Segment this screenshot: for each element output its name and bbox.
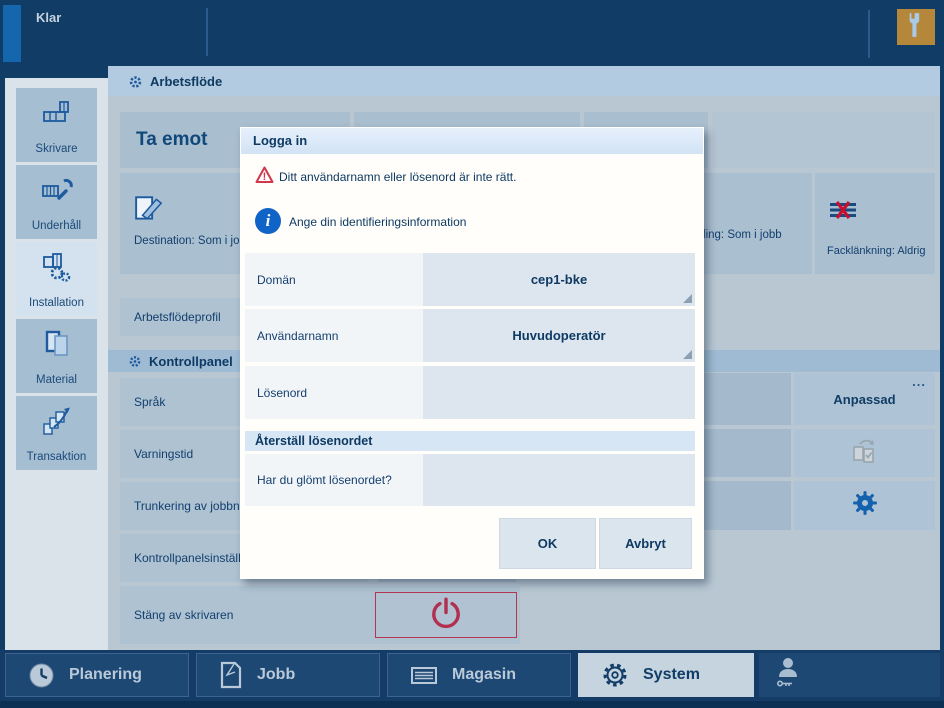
workflow-header-label: Arbetsflöde (150, 73, 223, 89)
sidebar-item-underhall[interactable]: Underhåll (16, 165, 97, 239)
sidebar-item-label: Material (36, 374, 77, 386)
anpassad-label: Anpassad (833, 391, 896, 407)
ok-button[interactable]: OK (499, 518, 596, 569)
forgot-password-label: Har du glömt lösenordet? (245, 454, 423, 506)
warning-icon: ! (255, 166, 274, 189)
tray-link-off-icon (829, 200, 857, 223)
cancel-button[interactable]: Avbryt (599, 518, 692, 569)
tab-label: Magasin (452, 666, 517, 683)
sidebar: Skrivare Underhåll Installation Material… (5, 78, 108, 650)
top-bar: Klar (0, 0, 944, 66)
transaction-icon (40, 396, 74, 445)
power-icon (429, 596, 463, 635)
username-field-label: Användarnamn (245, 309, 423, 362)
resize-corner-icon (683, 294, 692, 303)
sidebar-item-label: Skrivare (35, 143, 78, 155)
resize-corner-icon (683, 350, 692, 359)
sidebar-item-label: Installation (29, 297, 84, 309)
right-panel-tile (703, 481, 791, 530)
shutdown-power-button[interactable] (375, 592, 517, 638)
topbar-divider (868, 10, 870, 58)
reset-password-section-header: Återställ lösenordet (245, 431, 695, 451)
tab-label: Jobb (257, 666, 296, 683)
password-field-label: Lösenord (245, 366, 423, 419)
topbar-divider (206, 8, 208, 56)
clock-icon (28, 662, 55, 689)
tab-planering[interactable]: Planering (5, 653, 189, 697)
panel-settings-button[interactable] (794, 481, 935, 530)
sidebar-item-label: Underhåll (31, 220, 82, 232)
tray-linking-tile[interactable]: Facklänkning: Aldrig (815, 173, 935, 274)
tray-linking-tile-label: Facklänkning: Aldrig (827, 245, 926, 257)
more-options-dots[interactable]: ... (912, 374, 926, 389)
sidebar-item-label: Transaktion (26, 451, 87, 463)
tab-magasin[interactable]: Magasin (387, 653, 571, 697)
maintenance-icon (40, 165, 74, 214)
tray-stack-icon (410, 664, 438, 686)
system-gear-icon (601, 661, 629, 689)
tab-jobb[interactable]: Jobb (196, 653, 380, 697)
bottom-nav: Planering Jobb Magasin System (0, 650, 944, 701)
service-wrench-button[interactable] (897, 9, 935, 45)
sidebar-item-installation[interactable]: Installation (16, 242, 97, 316)
password-field-value[interactable] (423, 366, 695, 419)
login-user-button[interactable] (759, 653, 940, 697)
domain-field-label: Domän (245, 253, 423, 306)
username-value-text: Huvudoperatör (512, 328, 606, 343)
job-document-icon (219, 661, 243, 689)
forgot-password-value[interactable] (423, 454, 695, 506)
tab-label: System (643, 666, 700, 683)
domain-value-text: cep1-bke (530, 272, 588, 287)
workflow-section-header: Arbetsflöde (108, 66, 940, 96)
info-message: Ange din identifieringsinformation (289, 215, 467, 229)
workflow-tile[interactable] (712, 112, 935, 168)
gear-icon (852, 490, 878, 521)
sidebar-item-material[interactable]: Material (16, 319, 97, 393)
kontrollpanel-header-label: Kontrollpanel (149, 353, 233, 369)
sidebar-item-skrivare[interactable]: Skrivare (16, 88, 97, 162)
right-panel-tile (703, 373, 791, 425)
anpassad-button[interactable]: ... Anpassad (794, 373, 935, 425)
kontrollpanel-icon (128, 354, 142, 368)
copy-settings-button[interactable] (794, 429, 935, 477)
tab-label: Planering (69, 666, 142, 683)
login-dialog: Logga in ! Ditt användarnamn eller lösen… (240, 127, 704, 579)
dialog-title: Logga in (241, 128, 703, 154)
installation-icon (40, 242, 74, 291)
edit-icon (134, 193, 166, 228)
workflow-icon (128, 74, 143, 89)
svg-text:!: ! (263, 171, 267, 183)
printer-status: Klar (36, 10, 62, 25)
copy-disabled-icon (850, 438, 880, 469)
info-icon: i (255, 208, 281, 234)
user-key-icon (775, 656, 801, 695)
error-message: Ditt användarnamn eller lösenord är inte… (279, 170, 517, 184)
right-panel-tile (703, 429, 791, 477)
bottom-frame (0, 701, 944, 708)
domain-field-value[interactable]: cep1-bke (423, 253, 695, 306)
printer-icon (40, 88, 74, 137)
username-field-value[interactable]: Huvudoperatör (423, 309, 695, 362)
wrench-icon (906, 11, 926, 44)
sidebar-item-transaktion[interactable]: Transaktion (16, 396, 97, 470)
status-accent-bar (3, 5, 21, 62)
tab-system[interactable]: System (578, 653, 754, 697)
material-icon (40, 319, 74, 368)
